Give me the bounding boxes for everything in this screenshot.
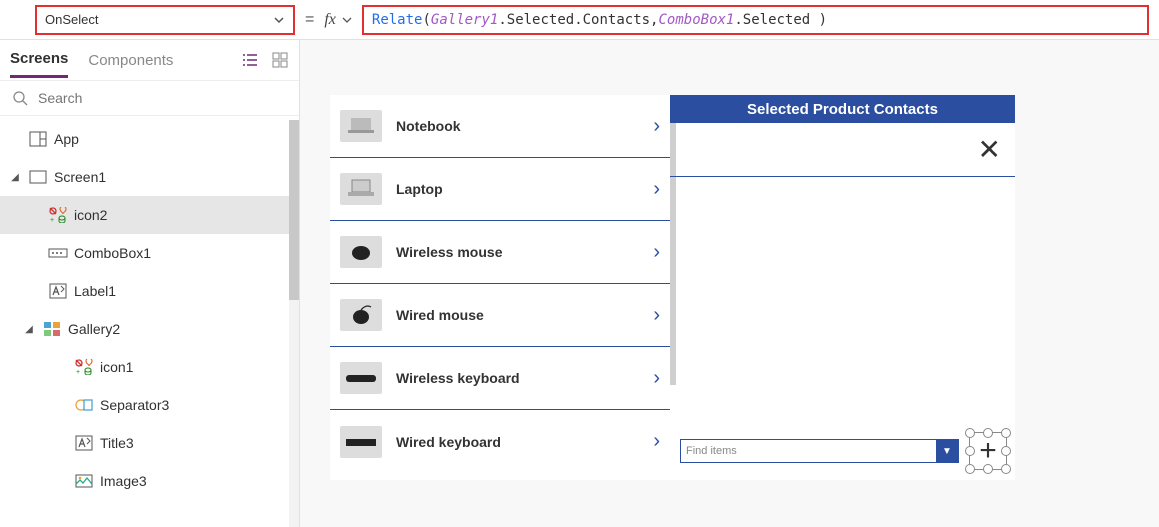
contact-row[interactable]: ✕ <box>670 123 1015 177</box>
gallery-item[interactable]: Wired mouse › <box>330 284 670 347</box>
gallery-item[interactable]: Wireless keyboard › <box>330 347 670 410</box>
tree-item-app[interactable]: App <box>0 120 299 158</box>
tree-item-separator3[interactable]: Separator3 <box>0 386 299 424</box>
search-icon <box>12 90 28 106</box>
combobox[interactable]: Find items ▼ <box>680 439 959 463</box>
app-preview: Notebook › Laptop › Wireless mouse › Wir… <box>330 95 1015 480</box>
tree-item-image3[interactable]: Image3 <box>0 462 299 500</box>
tab-screens[interactable]: Screens <box>10 42 68 78</box>
tree-item-icon2[interactable]: + icon2 <box>0 196 299 234</box>
gallery[interactable]: Notebook › Laptop › Wireless mouse › Wir… <box>330 95 670 480</box>
resize-handle[interactable] <box>983 464 993 474</box>
caret-down-icon: ◢ <box>22 324 36 335</box>
equals-sign: = <box>305 11 314 29</box>
chevron-right-icon: › <box>653 430 660 453</box>
separator-icon <box>74 396 94 414</box>
chevron-right-icon: › <box>653 115 660 138</box>
gallery-item[interactable]: Notebook › <box>330 95 670 158</box>
caret-down-icon: ◢ <box>8 172 22 183</box>
plus-icon: + <box>979 436 997 466</box>
product-image <box>340 362 382 394</box>
close-icon[interactable]: ✕ <box>978 136 1001 164</box>
search-input[interactable] <box>38 90 287 106</box>
resize-handle[interactable] <box>1001 464 1011 474</box>
canvas-area: Notebook › Laptop › Wireless mouse › Wir… <box>300 40 1159 527</box>
panel-tabs: Screens Components <box>0 40 299 80</box>
list-view-icon[interactable] <box>241 51 259 69</box>
resize-handle[interactable] <box>1001 446 1011 456</box>
resize-handle[interactable] <box>965 446 975 456</box>
svg-text:+: + <box>76 369 80 375</box>
gallery-item[interactable]: Wireless mouse › <box>330 221 670 284</box>
add-icon-selected[interactable]: + <box>967 430 1009 472</box>
formula-input[interactable]: Relate( Gallery1.Selected.Contacts, Comb… <box>362 5 1149 35</box>
combobox-placeholder: Find items <box>681 445 737 457</box>
product-image <box>340 236 382 268</box>
chevron-right-icon: › <box>653 241 660 264</box>
tree-item-gallery2[interactable]: ◢ Gallery2 <box>0 310 299 348</box>
product-image <box>340 299 382 331</box>
app-icon <box>28 130 48 148</box>
product-image <box>340 173 382 205</box>
tree-item-combobox1[interactable]: ComboBox1 <box>0 234 299 272</box>
resize-handle[interactable] <box>1001 428 1011 438</box>
resize-handle[interactable] <box>983 428 993 438</box>
tree-panel: Screens Components <box>0 40 300 527</box>
iconset-icon: + <box>74 358 94 376</box>
fx-icon: fx <box>324 11 336 29</box>
iconset-icon: + <box>48 206 68 224</box>
tab-components[interactable]: Components <box>88 44 173 77</box>
resize-handle[interactable] <box>965 464 975 474</box>
property-selector-value: OnSelect <box>45 12 98 27</box>
tree-view: App ◢ Screen1 + icon2 ComboBox1 <box>0 116 299 527</box>
gallery-item[interactable]: Wired keyboard › <box>330 410 670 473</box>
chevron-down-icon <box>273 14 285 26</box>
tree-item-label1[interactable]: Label1 <box>0 272 299 310</box>
search-row <box>0 80 299 116</box>
combobox-icon <box>48 244 68 262</box>
chevron-down-icon[interactable]: ▼ <box>936 440 958 462</box>
tree-item-icon1[interactable]: + icon1 <box>0 348 299 386</box>
formula-bar: OnSelect = fx Relate( Gallery1.Selected.… <box>0 0 1159 40</box>
resize-handle[interactable] <box>965 428 975 438</box>
chevron-down-icon <box>342 15 352 25</box>
chevron-right-icon: › <box>653 367 660 390</box>
detail-header: Selected Product Contacts <box>670 95 1015 123</box>
gallery-icon <box>42 320 62 338</box>
grid-view-icon[interactable] <box>271 51 289 69</box>
image-icon <box>74 472 94 490</box>
gallery-item[interactable]: Laptop › <box>330 158 670 221</box>
product-image <box>340 426 382 458</box>
property-selector[interactable]: OnSelect <box>35 5 295 35</box>
label-icon <box>48 282 68 300</box>
label-icon <box>74 434 94 452</box>
tree-item-title3[interactable]: Title3 <box>0 424 299 462</box>
formula-token-fn: Relate <box>372 12 423 28</box>
svg-text:+: + <box>50 217 54 223</box>
combo-row: Find items ▼ + <box>670 422 1015 480</box>
detail-pane: Selected Product Contacts ✕ Find items ▼… <box>670 95 1015 480</box>
chevron-right-icon: › <box>653 178 660 201</box>
fx-button[interactable]: fx <box>324 11 352 29</box>
product-image <box>340 110 382 142</box>
scrollbar-thumb[interactable] <box>289 120 299 300</box>
tree-item-screen1[interactable]: ◢ Screen1 <box>0 158 299 196</box>
chevron-right-icon: › <box>653 304 660 327</box>
screen-icon <box>28 168 48 186</box>
